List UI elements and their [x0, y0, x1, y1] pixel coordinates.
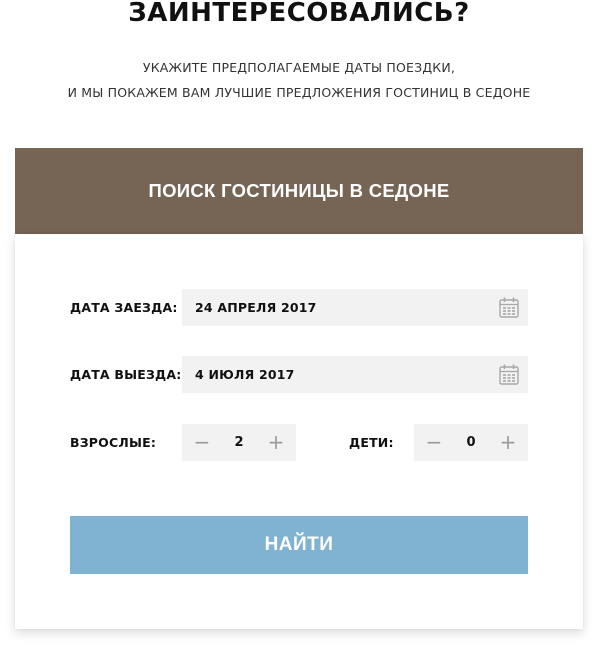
children-stepper: − 0 + [414, 424, 528, 461]
calendar-icon[interactable] [499, 364, 519, 385]
checkin-date-value: 24 АПРЕЛЯ 2017 [195, 300, 317, 315]
adults-count[interactable]: 2 [218, 424, 260, 461]
search-button[interactable]: НАЙТИ [70, 516, 528, 574]
subtitle-line-1: УКАЖИТЕ ПРЕДПОЛАГАЕМЫЕ ДАТЫ ПОЕЗДКИ, [142, 60, 456, 75]
checkout-date-field[interactable]: 4 ИЮЛЯ 2017 [182, 356, 528, 393]
adults-stepper: − 2 + [182, 424, 296, 461]
adults-increment-button[interactable]: + [258, 424, 294, 461]
children-increment-button[interactable]: + [490, 424, 526, 461]
adults-decrement-button[interactable]: − [184, 424, 220, 461]
adults-label: ВЗРОСЛЫЕ: [70, 435, 157, 450]
calendar-icon[interactable] [499, 297, 519, 318]
children-label: ДЕТИ: [349, 435, 394, 450]
subtitle-line-2: И МЫ ПОКАЖЕМ ВАМ ЛУЧШИЕ ПРЕДЛОЖЕНИЯ ГОСТ… [67, 85, 531, 100]
search-form-title: ПОИСК ГОСТИНИЦЫ В СЕДОНЕ [148, 180, 450, 201]
search-form-header: ПОИСК ГОСТИНИЦЫ В СЕДОНЕ [15, 148, 583, 234]
checkin-date-field[interactable]: 24 АПРЕЛЯ 2017 [182, 289, 528, 326]
children-count[interactable]: 0 [450, 424, 492, 461]
children-decrement-button[interactable]: − [416, 424, 452, 461]
page-title: ЗАИНТЕРЕСОВАЛИСЬ? [128, 0, 470, 28]
checkin-label: ДАТА ЗАЕЗДА: [70, 300, 178, 315]
checkout-label: ДАТА ВЫЕЗДА: [70, 367, 182, 382]
checkout-date-value: 4 ИЮЛЯ 2017 [195, 367, 295, 382]
